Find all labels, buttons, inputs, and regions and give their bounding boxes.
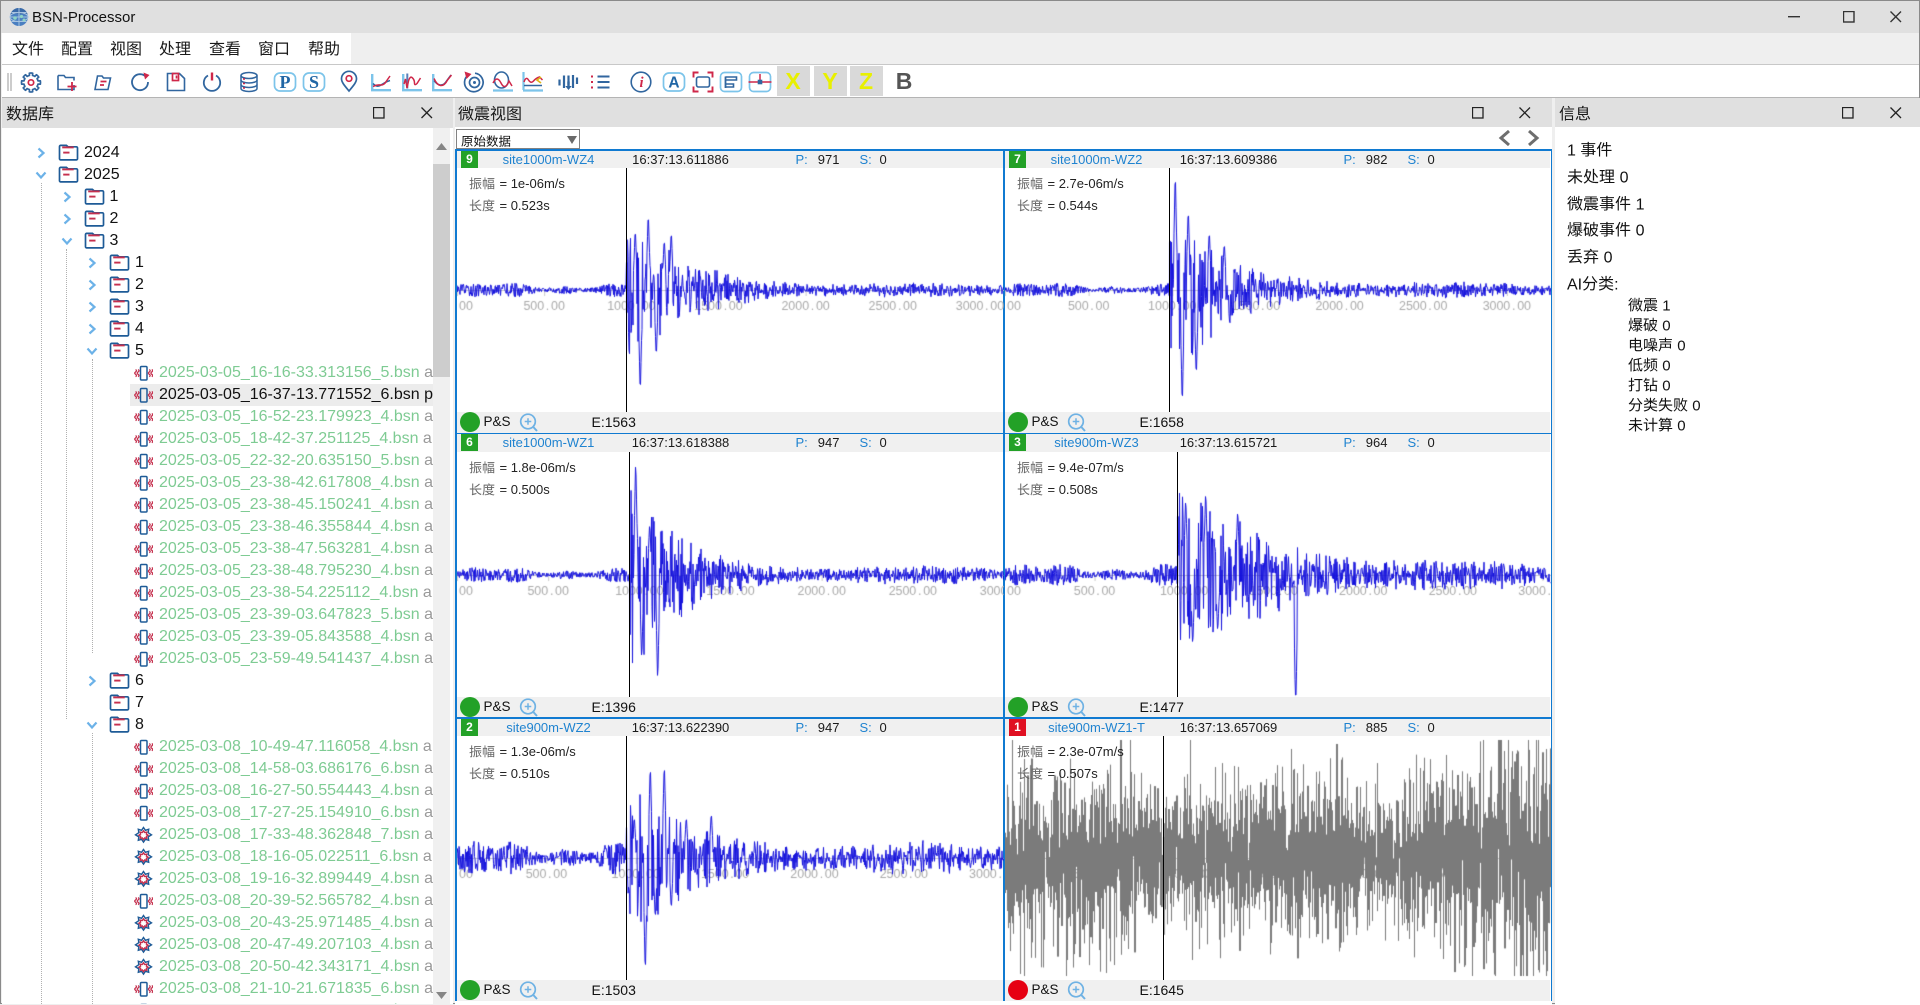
svg-text:P: P <box>280 72 291 92</box>
svg-text:1: 1 <box>1636 196 1645 213</box>
svg-text:1: 1 <box>1567 142 1576 159</box>
svg-text:0: 0 <box>1604 249 1613 266</box>
svg-text:i: i <box>639 75 643 91</box>
svg-text:AI: AI <box>1567 276 1582 293</box>
svg-text:0: 0 <box>1662 377 1670 394</box>
svg-text::: : <box>1614 276 1618 293</box>
svg-text:0: 0 <box>1662 317 1670 334</box>
svg-text:0: 0 <box>1692 397 1700 414</box>
svg-text:0: 0 <box>1677 337 1685 354</box>
svg-text:0: 0 <box>1636 222 1645 239</box>
svg-text:0: 0 <box>1677 417 1685 434</box>
svg-text:1: 1 <box>1662 297 1670 314</box>
svg-text:A: A <box>668 75 679 92</box>
svg-text:0: 0 <box>1620 169 1629 186</box>
svg-text:0: 0 <box>1662 357 1670 374</box>
svg-text:S: S <box>309 72 319 92</box>
